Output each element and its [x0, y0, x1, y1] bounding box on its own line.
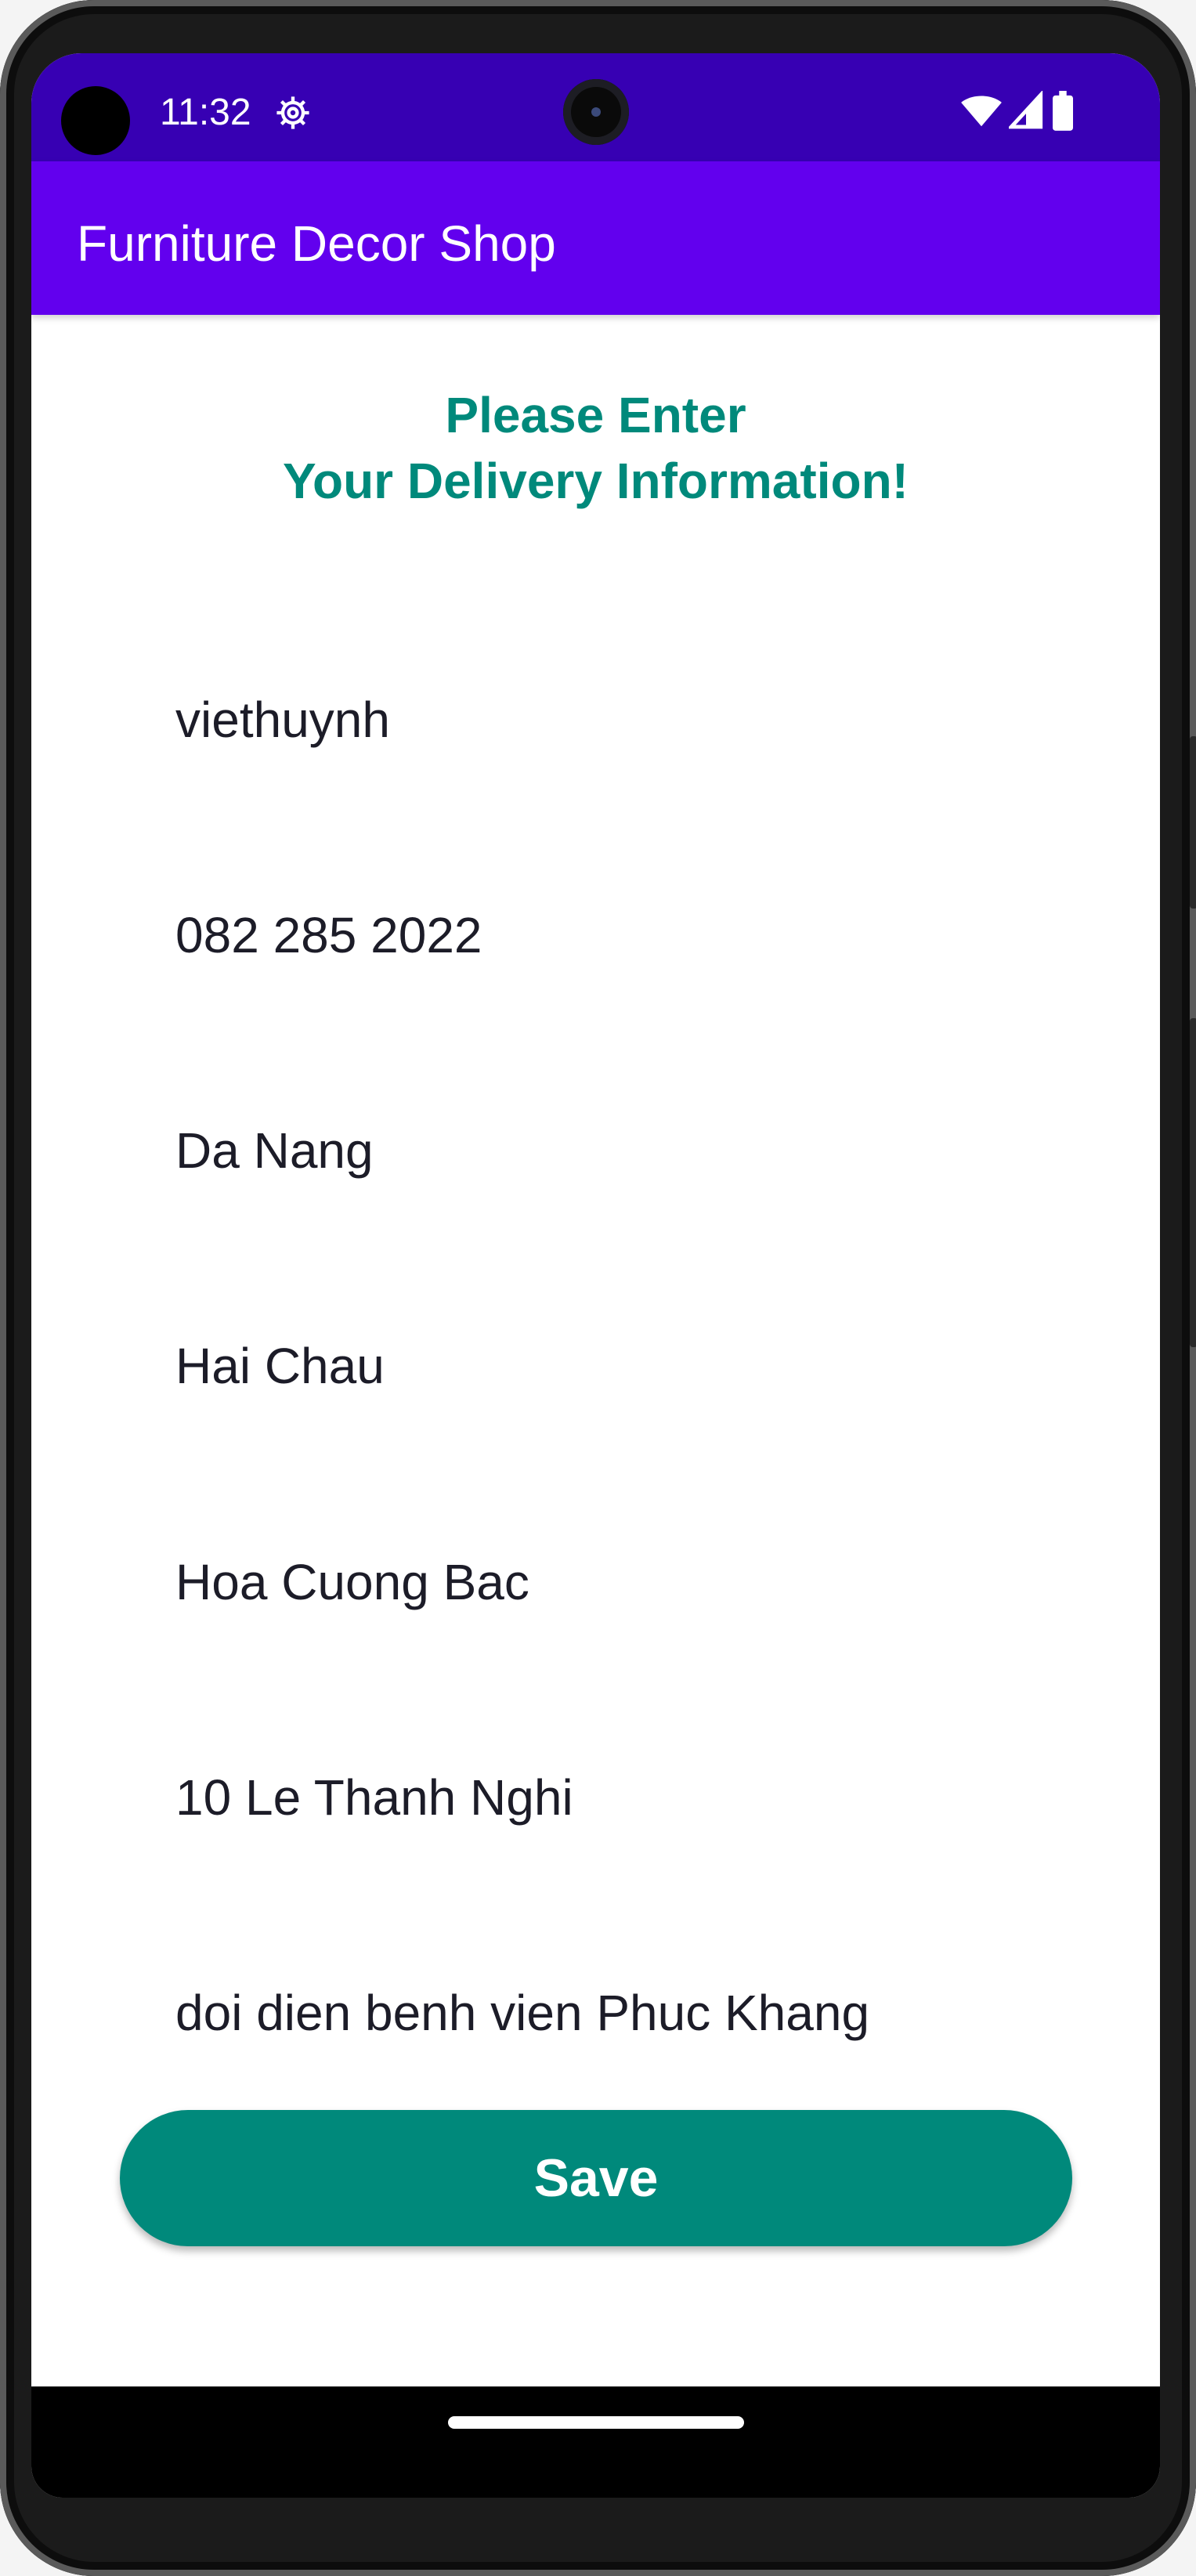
volume-button	[1190, 1018, 1196, 1347]
page-heading: Please Enter Your Delivery Information!	[31, 382, 1160, 514]
city-field[interactable]	[175, 1107, 1037, 1194]
heading-line-2: Your Delivery Information!	[283, 453, 909, 509]
home-handle[interactable]	[448, 2416, 744, 2429]
phone-field[interactable]	[175, 892, 1037, 978]
power-button	[1190, 736, 1196, 909]
gear-icon	[276, 96, 309, 129]
username-field[interactable]	[175, 677, 1037, 763]
battery-icon	[1053, 91, 1073, 131]
signal-icon	[1009, 91, 1043, 129]
note-field[interactable]	[175, 1970, 1037, 2056]
save-button[interactable]: Save	[120, 2110, 1072, 2246]
street-field[interactable]	[175, 1754, 1037, 1841]
front-sensor	[61, 86, 130, 155]
status-bar: 11:32	[31, 53, 1160, 161]
navigation-bar	[31, 2386, 1160, 2498]
screen: 11:32 Furniture Decor Shop Please Enter …	[31, 53, 1160, 2498]
status-time: 11:32	[160, 92, 251, 133]
wifi-icon	[961, 96, 1002, 127]
ward-field[interactable]	[175, 1539, 1037, 1625]
camera-cutout	[563, 79, 629, 145]
heading-line-1: Please Enter	[445, 387, 746, 443]
app-bar: Furniture Decor Shop	[31, 161, 1160, 315]
district-field[interactable]	[175, 1323, 1037, 1409]
app-title: Furniture Decor Shop	[77, 215, 556, 272]
phone-frame: 11:32 Furniture Decor Shop Please Enter …	[0, 0, 1196, 2576]
